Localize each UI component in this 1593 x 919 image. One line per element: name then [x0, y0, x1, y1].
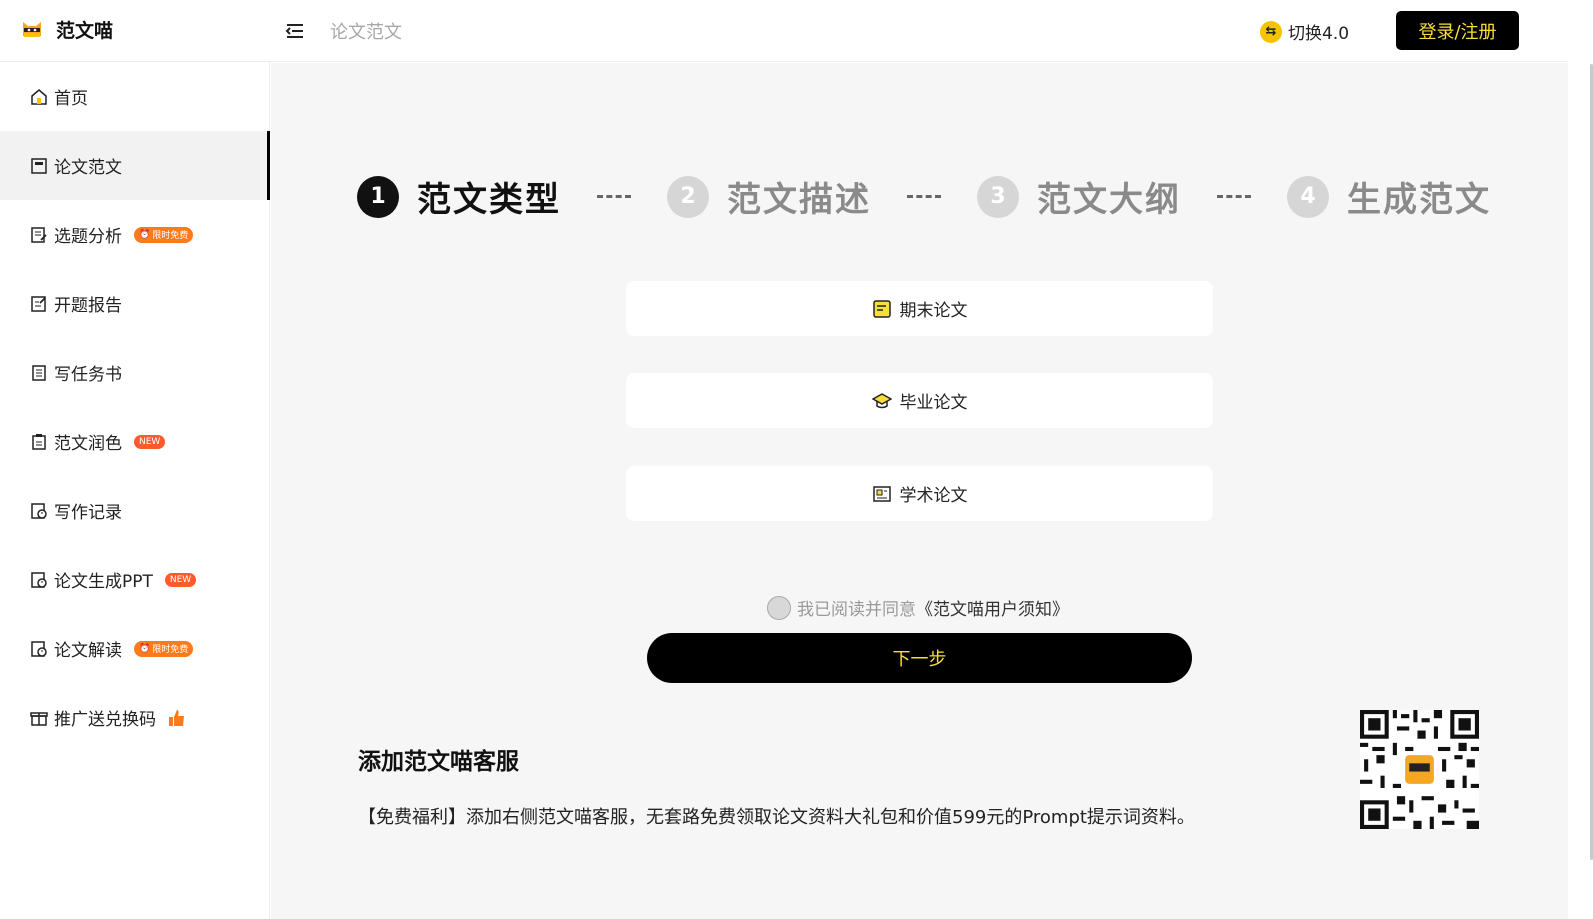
graduation-cap-icon — [871, 392, 892, 408]
cat-logo-icon — [23, 21, 41, 37]
option-final-paper[interactable]: 期末论文 — [626, 281, 1213, 336]
switch-label: 切换4.0 — [1288, 24, 1350, 44]
agreement-checkbox[interactable] — [767, 595, 791, 620]
step-number: 2 — [667, 175, 709, 218]
new-badge: NEW — [134, 434, 166, 449]
sidebar-item-thesis-ppt[interactable]: 论文生成PPT NEW — [0, 545, 270, 614]
clipboard-edit-icon — [32, 433, 46, 450]
step-connector — [907, 195, 941, 198]
sidebar: 首页 论文范文 选题分析 ⏰ 限时免费 开题报告 写任务书 范文润色 NEW 写… — [0, 62, 270, 919]
agreement-text: 我已阅读并同意 — [797, 600, 916, 620]
history-icon — [31, 502, 47, 519]
switch-icon: ⇆ — [1260, 20, 1282, 43]
step-indicator: 1 范文类型 2 范文描述 3 范文大纲 4 生成范文 — [357, 172, 1491, 221]
option-label: 期末论文 — [899, 301, 968, 321]
option-graduation-thesis[interactable]: 毕业论文 — [626, 373, 1213, 428]
new-badge: NEW — [164, 572, 197, 587]
top-header: 范文喵 论文范文 ⇆ 切换4.0 登录/注册 — [0, 0, 1568, 62]
step-4: 4 生成范文 — [1287, 172, 1491, 221]
sidebar-item-label: 写作记录 — [54, 503, 122, 523]
step-label: 范文描述 — [727, 180, 871, 220]
step-connector — [1217, 195, 1251, 198]
sidebar-item-referral-code[interactable]: 推广送兑换码 — [0, 683, 270, 752]
note-icon — [872, 299, 891, 318]
ppt-icon — [31, 571, 47, 588]
sidebar-item-label: 开题报告 — [54, 296, 122, 316]
next-step-button[interactable]: 下一步 — [647, 633, 1192, 683]
switch-version-button[interactable]: ⇆ 切换4.0 — [1260, 19, 1349, 44]
clipboard-icon — [32, 364, 46, 381]
sidebar-item-proposal-report[interactable]: 开题报告 — [0, 269, 270, 338]
sidebar-item-thesis-samples[interactable]: 论文范文 — [0, 131, 270, 200]
sidebar-item-thesis-interpretation[interactable]: 论文解读 ⏰ 限时免费 — [0, 614, 270, 683]
app-logo[interactable]: 范文喵 — [20, 16, 113, 43]
thumbs-up-icon — [169, 709, 184, 726]
step-label: 范文大纲 — [1037, 180, 1181, 220]
sidebar-item-topic-analysis[interactable]: 选题分析 ⏰ 限时免费 — [0, 200, 270, 269]
app-name: 范文喵 — [56, 20, 114, 42]
step-3: 3 范文大纲 — [977, 172, 1181, 221]
limited-free-badge: ⏰ 限时免费 — [134, 640, 194, 657]
step-label: 范文类型 — [417, 180, 561, 220]
sidebar-item-label: 论文范文 — [54, 158, 122, 178]
step-connector — [597, 195, 631, 198]
read-icon — [31, 640, 47, 657]
option-label: 毕业论文 — [899, 393, 968, 413]
badge-text: 限时免费 — [152, 231, 189, 241]
step-1: 1 范文类型 — [357, 172, 561, 221]
option-academic-paper[interactable]: 学术论文 — [626, 466, 1213, 521]
sidebar-item-polish[interactable]: 范文润色 NEW — [0, 407, 270, 476]
step-2: 2 范文描述 — [667, 172, 871, 221]
qr-code-image — [1360, 710, 1479, 829]
scrollbar[interactable] — [1568, 0, 1593, 919]
step-label: 生成范文 — [1347, 180, 1491, 220]
sidebar-item-home[interactable]: 首页 — [0, 62, 270, 131]
sidebar-item-writing-history[interactable]: 写作记录 — [0, 476, 270, 545]
customer-service-description: 【免费福利】添加右侧范文喵客服，无套路免费领取论文资料大礼包和价值599元的Pr… — [358, 807, 1195, 828]
badge-text: 限时免费 — [152, 645, 189, 655]
edit-list-icon — [31, 226, 47, 243]
limited-free-badge: ⏰ 限时免费 — [134, 226, 194, 243]
sidebar-item-label: 写任务书 — [54, 365, 122, 385]
user-terms-link[interactable]: 《范文喵用户须知》 — [916, 595, 1069, 620]
menu-collapse-icon[interactable] — [284, 20, 306, 42]
document-icon — [31, 157, 47, 174]
step-number: 1 — [357, 175, 399, 218]
gift-icon — [30, 711, 48, 726]
breadcrumb: 论文范文 — [330, 22, 402, 43]
edit-doc-icon — [31, 295, 46, 312]
step-number: 4 — [1287, 175, 1329, 218]
sidebar-item-label: 范文润色 — [54, 434, 122, 454]
agreement-row: 我已阅读并同意 《范文喵用户须知》 — [767, 595, 1069, 620]
newspaper-icon — [872, 485, 891, 502]
sidebar-item-label: 论文解读 — [54, 641, 122, 661]
sidebar-item-label: 推广送兑换码 — [54, 710, 156, 730]
customer-service-title: 添加范文喵客服 — [358, 749, 519, 775]
sidebar-item-task-book[interactable]: 写任务书 — [0, 338, 270, 407]
home-icon — [31, 88, 47, 105]
login-register-button[interactable]: 登录/注册 — [1396, 11, 1519, 50]
sidebar-item-label: 选题分析 — [54, 227, 122, 247]
sidebar-item-label: 论文生成PPT — [54, 572, 153, 592]
sidebar-item-label: 首页 — [54, 89, 88, 109]
step-number: 3 — [977, 175, 1019, 218]
option-label: 学术论文 — [899, 486, 968, 506]
